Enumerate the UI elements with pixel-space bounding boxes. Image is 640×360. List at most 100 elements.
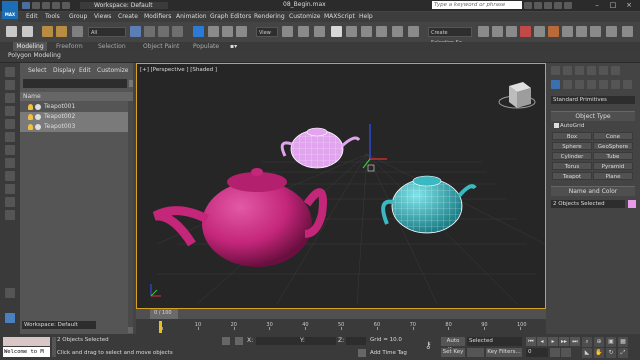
search-icon[interactable] <box>524 2 532 9</box>
orbit-icon[interactable]: ↻ <box>606 348 616 358</box>
select-object-icon[interactable] <box>130 26 141 37</box>
pan-view-icon[interactable]: ✋ <box>594 348 604 358</box>
menu-graph-editors[interactable]: Graph Editors <box>210 12 251 22</box>
menu-edit[interactable]: Edit <box>26 12 38 22</box>
shapes-filter-icon[interactable] <box>5 119 15 129</box>
menu-help[interactable]: Help <box>359 12 373 22</box>
go-to-start-icon[interactable]: ⏮ <box>526 337 536 346</box>
hierarchy-tab-icon[interactable] <box>575 66 584 75</box>
utilities-tab-icon[interactable] <box>611 66 620 75</box>
key-icon[interactable]: ⚷ <box>425 341 437 353</box>
search-input[interactable]: Type a keyword or phrase <box>432 1 522 9</box>
time-slider[interactable]: 0 / 100 <box>136 309 546 321</box>
sphere-button[interactable]: Sphere <box>552 142 592 150</box>
torus-button[interactable]: Torus <box>552 162 592 170</box>
y-coord-field[interactable] <box>308 337 336 345</box>
help-icon[interactable] <box>564 2 572 9</box>
scene-row-teapot002[interactable]: Teapot002 <box>20 112 133 122</box>
teapot-button[interactable]: Teapot <box>552 172 592 180</box>
scene-scrollbar[interactable] <box>128 101 133 333</box>
cameras-category-icon[interactable] <box>587 80 596 89</box>
lights-category-icon[interactable] <box>575 80 584 89</box>
redo-icon[interactable] <box>22 26 33 37</box>
scene-menu-edit[interactable]: Edit <box>79 66 91 76</box>
display-none-icon[interactable] <box>5 67 15 77</box>
zoom-extents-icon[interactable]: ▣ <box>606 337 616 347</box>
scroll-down-button[interactable] <box>128 327 133 333</box>
lock-selection-icon[interactable] <box>222 337 230 345</box>
key-mode-dropdown[interactable]: Selected <box>467 337 522 346</box>
maximize-viewport-icon[interactable]: ⤢ <box>618 348 628 358</box>
named-selection-dropdown[interactable]: Create Selection Se... <box>428 27 472 46</box>
ribbon-options-icon[interactable]: ▪▾ <box>230 42 237 51</box>
next-frame-icon[interactable]: ▸▸ <box>559 337 569 346</box>
groups-filter-icon[interactable] <box>5 184 15 194</box>
angle-snap-icon[interactable] <box>346 26 357 37</box>
open-file-icon[interactable] <box>32 2 40 9</box>
create-tab-icon[interactable] <box>551 66 560 75</box>
select-and-place-icon[interactable] <box>236 26 247 37</box>
percent-snap-icon[interactable] <box>361 26 372 37</box>
object-name-field[interactable]: 2 Objects Selected <box>551 200 625 208</box>
undo-icon[interactable] <box>6 26 17 37</box>
link-icon[interactable] <box>42 26 53 37</box>
reference-coordinate-dropdown[interactable]: View <box>256 27 278 37</box>
app-logo[interactable]: MAX <box>2 1 18 19</box>
bones-filter-icon[interactable] <box>5 210 15 220</box>
redo-icon[interactable] <box>62 2 70 9</box>
name-color-rollout-header[interactable]: Name and Color <box>551 186 635 196</box>
align-icon[interactable] <box>478 26 489 37</box>
field-of-view-icon[interactable]: ◣ <box>582 348 592 358</box>
render-frame-window-icon[interactable] <box>576 26 587 37</box>
menu-rendering[interactable]: Rendering <box>254 12 285 22</box>
play-icon[interactable]: ▸ <box>548 337 558 346</box>
default-tangent-icon[interactable] <box>467 348 484 357</box>
light-bulb-icon[interactable] <box>28 104 33 110</box>
cameras-filter-icon[interactable] <box>5 145 15 155</box>
go-to-end-icon[interactable]: ⏭ <box>570 337 580 346</box>
spinner-snap-icon[interactable] <box>376 26 387 37</box>
maximize-button[interactable]: □ <box>606 1 620 9</box>
track-bar[interactable]: 0102030405060708090100 <box>136 321 546 334</box>
systems-category-icon[interactable] <box>623 80 632 89</box>
undo-icon[interactable] <box>52 2 60 9</box>
lights-filter-icon[interactable] <box>5 132 15 142</box>
display-all-icon[interactable] <box>5 80 15 90</box>
a360-cloud-icon[interactable] <box>606 26 617 37</box>
select-and-scale-icon[interactable] <box>222 26 233 37</box>
cylinder-button[interactable]: Cylinder <box>552 152 592 160</box>
new-file-icon[interactable] <box>22 2 30 9</box>
layer-manager-icon[interactable] <box>492 26 503 37</box>
explorer-workspace-dropdown[interactable]: Workspace: Default <box>22 321 96 329</box>
scene-search-field[interactable] <box>23 79 127 88</box>
cone-button[interactable]: Cone <box>593 132 633 140</box>
render-setup-icon[interactable] <box>562 26 573 37</box>
bind-space-warp-icon[interactable] <box>72 26 83 37</box>
geosphere-button[interactable]: GeoSphere <box>593 142 633 150</box>
close-button[interactable]: × <box>622 1 636 9</box>
edit-named-selection-icon[interactable] <box>392 26 403 37</box>
scene-search-options-icon[interactable] <box>129 80 133 87</box>
select-and-rotate-icon[interactable] <box>208 26 219 37</box>
select-by-name-icon[interactable] <box>144 26 155 37</box>
space-warps-filter-icon[interactable] <box>5 171 15 181</box>
primitive-category-dropdown[interactable]: Standard Primitives <box>551 96 635 104</box>
explorer-pin-icon[interactable] <box>108 321 117 329</box>
zoom-extents-all-icon[interactable]: ▦ <box>618 337 628 347</box>
object-color-swatch[interactable] <box>628 200 636 208</box>
select-and-move-icon[interactable] <box>193 26 204 37</box>
menu-tools[interactable]: Tools <box>45 12 60 22</box>
pivot-center-icon[interactable] <box>282 26 293 37</box>
geometry-category-icon[interactable] <box>551 80 560 89</box>
object-type-rollout-header[interactable]: Object Type <box>551 111 635 121</box>
time-configuration-icon[interactable] <box>561 348 571 357</box>
modify-tab-icon[interactable] <box>563 66 572 75</box>
add-time-tag[interactable]: Add Time Tag <box>370 350 407 356</box>
menu-views[interactable]: Views <box>94 12 111 22</box>
tab-object-paint[interactable]: Object Paint <box>143 42 179 51</box>
scene-row-teapot003[interactable]: Teapot003 <box>20 122 133 132</box>
motion-tab-icon[interactable] <box>587 66 596 75</box>
current-frame-field[interactable]: 0 <box>526 348 548 357</box>
scene-menu-customize[interactable]: Customize <box>97 66 129 76</box>
viewport-label[interactable]: [+] [Perspective ] [Shaded ] <box>140 67 217 73</box>
